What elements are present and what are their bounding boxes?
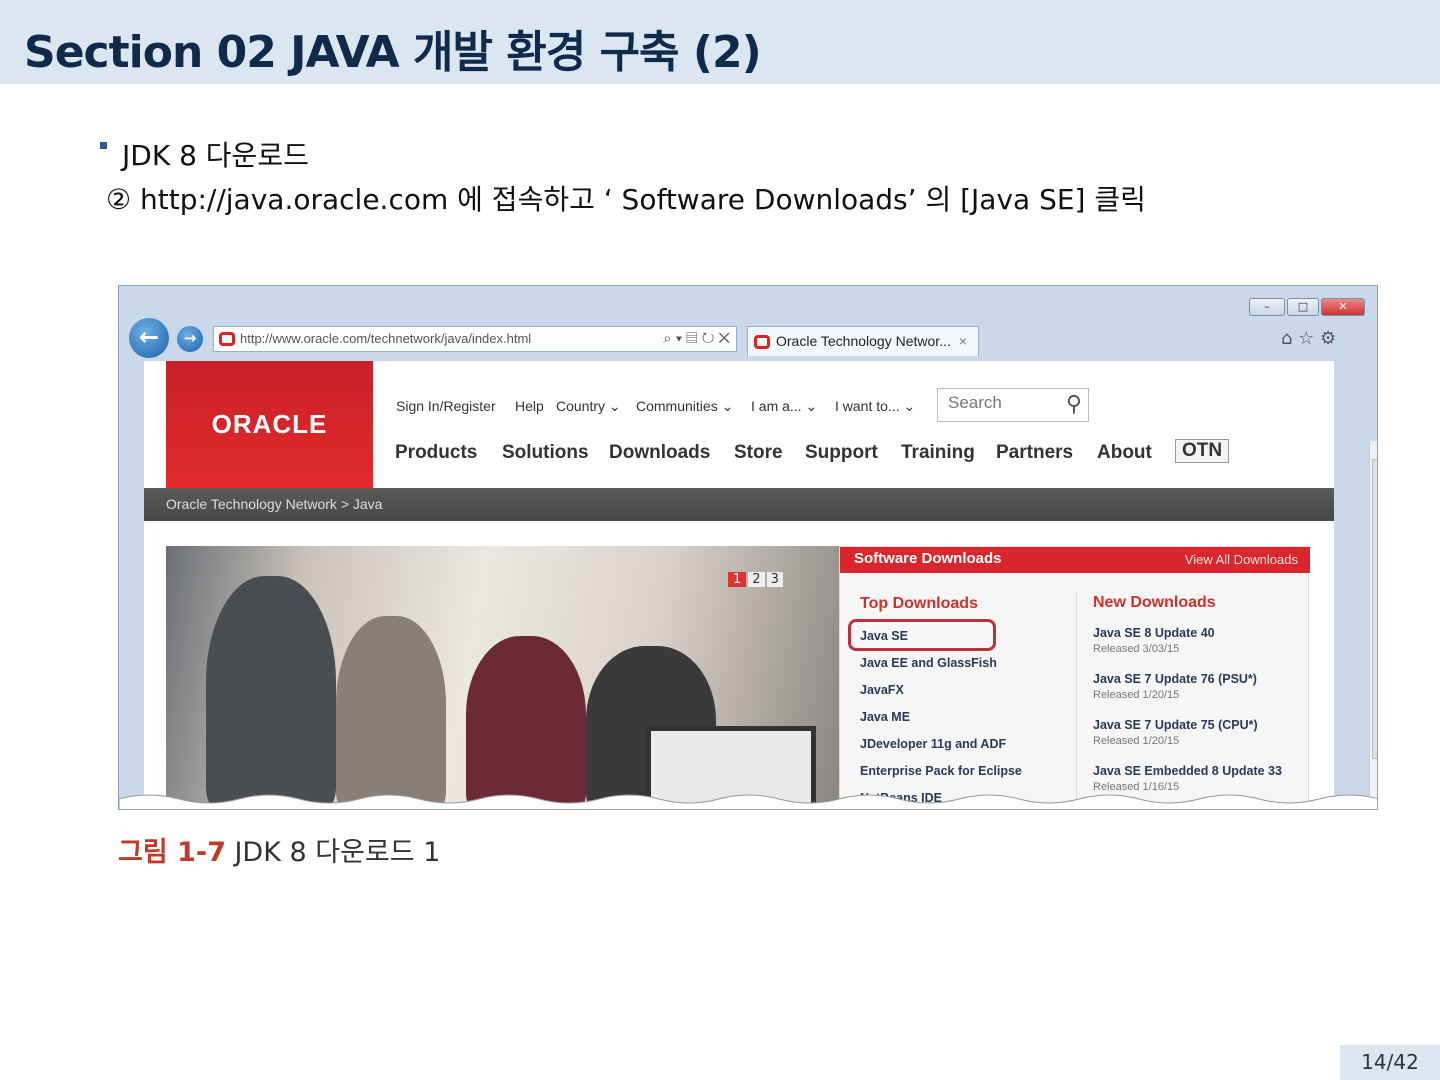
browser-screenshot: – □ ✕ ← → http://www.oracle.com/technetw…: [118, 285, 1378, 810]
nav-about[interactable]: About: [1097, 442, 1152, 464]
address-actions-icons[interactable]: ⌕ ▾ ▤ ↻ ✕: [663, 330, 730, 347]
search-input[interactable]: Search ⚲: [937, 388, 1089, 422]
oracle-logo[interactable]: ORACLE: [166, 361, 373, 488]
carousel-pager[interactable]: 1 2 3: [728, 572, 783, 587]
top-download-java-se[interactable]: Java SE: [860, 629, 908, 643]
figure-caption: 그림 1-7 JDK 8 다운로드 1: [118, 830, 440, 869]
new-download-item[interactable]: Java SE 8 Update 40: [1093, 626, 1215, 640]
url-text: http://www.oracle.com/technetwork/java/i…: [240, 331, 532, 346]
close-window-button[interactable]: ✕: [1321, 298, 1365, 316]
nav-products[interactable]: Products: [395, 442, 477, 464]
carousel-page-3[interactable]: 3: [766, 572, 783, 587]
nav-partners[interactable]: Partners: [996, 442, 1073, 464]
top-download-item[interactable]: Java ME: [860, 710, 910, 724]
photo-person: [206, 576, 336, 809]
release-date: Released 1/20/15: [1093, 735, 1180, 747]
util-communities[interactable]: Communities ⌄: [636, 398, 733, 415]
top-download-item[interactable]: JDeveloper 11g and ADF: [860, 737, 1006, 751]
browser-tab[interactable]: Oracle Technology Networ... ×: [747, 326, 979, 356]
util-i-am-a[interactable]: I am a... ⌄: [751, 398, 817, 415]
new-download-item[interactable]: Java SE 7 Update 76 (PSU*): [1093, 672, 1257, 686]
oracle-favicon-icon: [219, 332, 235, 346]
search-placeholder: Search: [948, 393, 1002, 412]
forward-button[interactable]: →: [177, 326, 203, 352]
nav-downloads[interactable]: Downloads: [609, 442, 710, 464]
util-sign-in[interactable]: Sign In/Register: [396, 398, 496, 414]
figure-text: JDK 8 다운로드 1: [234, 837, 441, 868]
carousel-page-1[interactable]: 1: [728, 572, 747, 587]
release-date: Released 1/20/15: [1093, 689, 1180, 701]
step-text: ② http://java.oracle.com 에 접속하고 ‘ Softwa…: [106, 183, 1146, 216]
util-i-want-to[interactable]: I want to... ⌄: [835, 398, 915, 415]
top-download-item[interactable]: JavaFX: [860, 683, 904, 697]
nav-training[interactable]: Training: [901, 442, 975, 464]
home-star-gear-icons[interactable]: ⌂ ☆ ⚙: [1281, 328, 1336, 349]
new-download-item[interactable]: Java SE Embedded 8 Update 33: [1093, 764, 1282, 778]
release-date: Released 3/03/15: [1093, 643, 1180, 655]
nav-store[interactable]: Store: [734, 442, 783, 464]
back-button[interactable]: ←: [129, 318, 169, 358]
slide-header: Section 02 JAVA 개발 환경 구축 (2): [0, 0, 1440, 84]
minimize-button[interactable]: –: [1249, 298, 1285, 316]
scrollbar-thumb[interactable]: [1372, 459, 1377, 759]
top-downloads-heading: Top Downloads: [860, 595, 978, 612]
util-country[interactable]: Country ⌄: [556, 398, 621, 415]
hero-photo: 1 2 3: [166, 546, 839, 809]
software-downloads-panel: Software Downloads View All Downloads To…: [839, 546, 1310, 809]
nav-solutions[interactable]: Solutions: [502, 442, 589, 464]
maximize-button[interactable]: □: [1287, 298, 1319, 316]
photo-person: [336, 616, 446, 809]
column-divider: [1076, 592, 1077, 809]
photo-person: [466, 636, 586, 809]
top-download-item[interactable]: Java EE and GlassFish: [860, 656, 997, 670]
new-downloads-heading: New Downloads: [1093, 594, 1216, 611]
view-all-downloads-link[interactable]: View All Downloads: [1185, 552, 1298, 567]
downloads-header: Software Downloads View All Downloads: [840, 547, 1310, 573]
tab-title: Oracle Technology Networ...: [776, 333, 951, 349]
torn-edge: [119, 794, 1377, 809]
slide-title: Section 02 JAVA 개발 환경 구축 (2): [24, 27, 762, 78]
downloads-title: Software Downloads: [854, 550, 1002, 567]
tab-favicon-icon: [754, 335, 770, 349]
search-icon[interactable]: ⚲: [1066, 391, 1082, 417]
breadcrumb[interactable]: Oracle Technology Network > Java: [144, 488, 1334, 521]
oracle-page: ORACLE Sign In/Register Help Country ⌄ C…: [144, 361, 1377, 809]
new-download-item[interactable]: Java SE 7 Update 75 (CPU*): [1093, 718, 1258, 732]
figure-number: 그림 1-7: [118, 837, 226, 868]
scrollbar[interactable]: [1369, 441, 1377, 809]
bullet-text: JDK 8 다운로드: [122, 139, 309, 172]
bullet-icon: [100, 142, 107, 149]
nav-otn[interactable]: OTN: [1175, 439, 1230, 463]
nav-support[interactable]: Support: [805, 442, 878, 464]
page-number: 14/42: [1340, 1045, 1440, 1080]
address-bar[interactable]: http://www.oracle.com/technetwork/java/i…: [213, 326, 737, 352]
tab-close-icon[interactable]: ×: [959, 333, 967, 349]
top-download-item[interactable]: Enterprise Pack for Eclipse: [860, 764, 1022, 778]
carousel-page-2[interactable]: 2: [748, 572, 765, 587]
util-help[interactable]: Help: [515, 398, 544, 414]
